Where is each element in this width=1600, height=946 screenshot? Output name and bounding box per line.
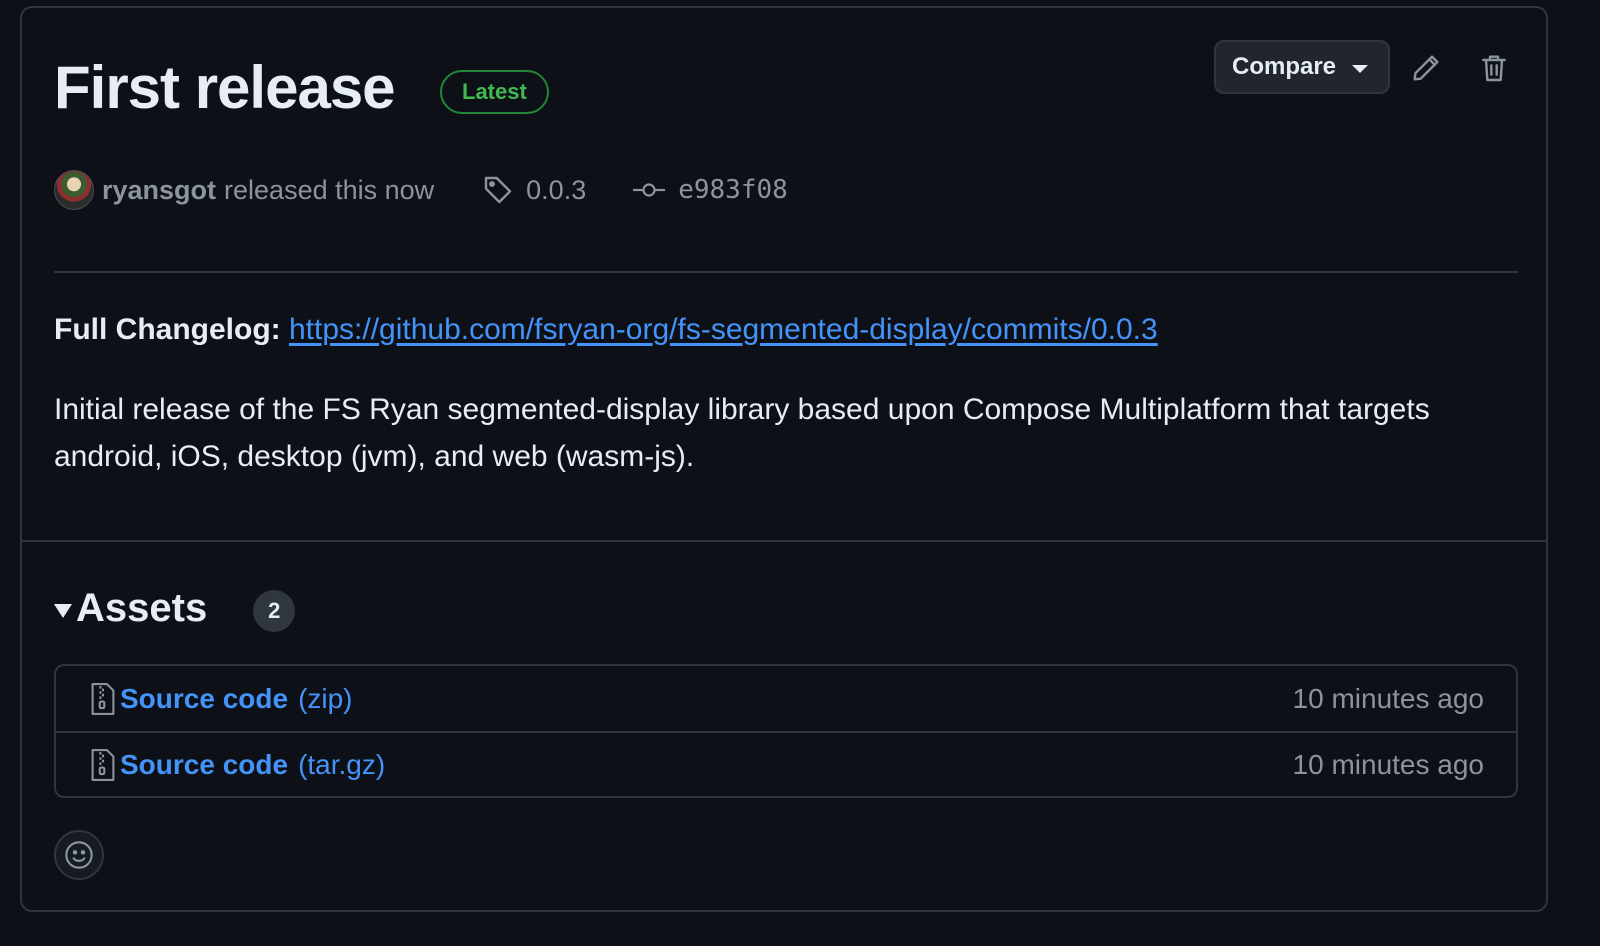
pencil-icon xyxy=(1413,55,1439,81)
asset-ext[interactable]: (tar.gz) xyxy=(298,749,385,781)
tag-icon xyxy=(482,174,514,206)
commit-sha: e983f08 xyxy=(678,175,788,205)
compare-button[interactable]: Compare xyxy=(1214,40,1390,94)
asset-time: 10 minutes ago xyxy=(1292,748,1484,780)
release-meta: ryansgot released this now 0.0.3 e983f08 xyxy=(54,168,788,212)
assets-title: Assets xyxy=(76,585,208,630)
assets-count-badge: 2 xyxy=(253,590,296,632)
chevron-down-icon xyxy=(1352,65,1369,73)
smiley-icon xyxy=(65,841,93,869)
file-zip-icon xyxy=(90,748,116,782)
latest-badge: Latest xyxy=(440,70,549,114)
caret-down-icon xyxy=(54,604,72,618)
asset-time: 10 minutes ago xyxy=(1292,682,1484,714)
add-reaction-button[interactable] xyxy=(54,830,104,880)
assets-toggle[interactable]: Assets 2 xyxy=(54,578,296,638)
edit-button[interactable] xyxy=(1404,46,1448,90)
trash-icon xyxy=(1482,55,1506,82)
asset-link[interactable]: Source code xyxy=(120,749,288,781)
asset-link[interactable]: Source code xyxy=(120,683,288,715)
delete-button[interactable] xyxy=(1472,46,1516,90)
divider xyxy=(54,271,1518,273)
changelog-line: Full Changelog: https://github.com/fsrya… xyxy=(54,308,1158,352)
git-commit-icon xyxy=(632,178,666,202)
release-card: First release Latest Compare ryansgot re… xyxy=(20,6,1548,912)
commit-link[interactable]: e983f08 xyxy=(632,175,788,205)
compare-button-label: Compare xyxy=(1232,53,1337,80)
released-text: released this now xyxy=(224,174,435,205)
tag-label: 0.0.3 xyxy=(526,174,587,205)
asset-row: Source code (tar.gz) 10 minutes ago xyxy=(56,731,1516,796)
changelog-link[interactable]: https://github.com/fsryan-org/fs-segment… xyxy=(289,313,1158,346)
asset-ext[interactable]: (zip) xyxy=(298,683,352,715)
author-link[interactable]: ryansgot xyxy=(102,175,216,206)
release-title: First release xyxy=(54,54,396,121)
release-description: Initial release of the FS Ryan segmented… xyxy=(54,393,1430,473)
tag-link[interactable]: 0.0.3 xyxy=(482,174,586,206)
asset-row: Source code (zip) 10 minutes ago xyxy=(56,666,1516,731)
assets-list: Source code (zip) 10 minutes ago Source … xyxy=(54,664,1518,798)
changelog-label: Full Changelog: xyxy=(54,313,281,346)
divider xyxy=(22,540,1546,542)
latest-badge-label: Latest xyxy=(462,79,527,104)
file-zip-icon xyxy=(90,682,116,716)
avatar[interactable] xyxy=(54,170,94,210)
